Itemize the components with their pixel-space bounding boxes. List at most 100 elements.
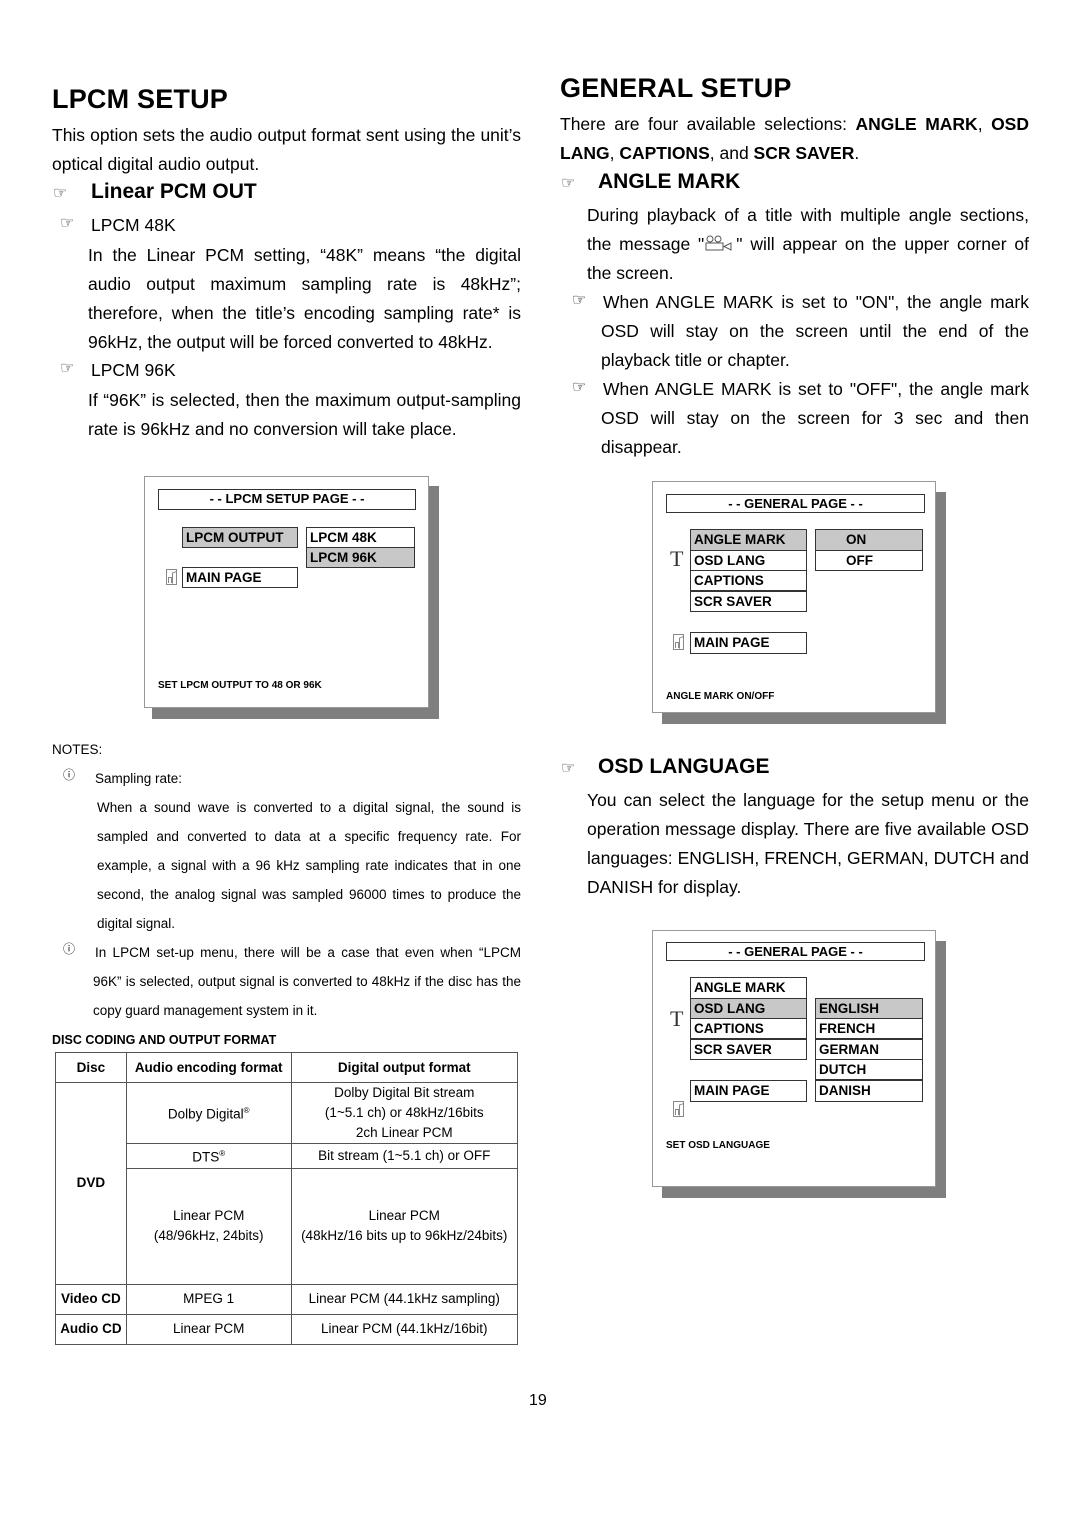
output-cell: Linear PCM (48kHz/16 bits up to 96kHz/24… [290,1167,518,1285]
pointing-hand-icon: ☞ [60,215,75,232]
info-icon: ⓘ [63,942,76,956]
table-row: DVD Dolby Digital® Dolby Digital Bit str… [55,1082,518,1285]
osd-choice-lpcm-96k[interactable]: LPCM 96K [306,547,415,568]
osd-status-text: SET LPCM OUTPUT TO 48 OR 96K [158,680,322,691]
output-cell: Bit stream (1~5.1 ch) or OFF [290,1143,518,1169]
header-disc: Disc [55,1052,127,1083]
note-2-text: In LPCM set-up menu, there will be a cas… [93,945,521,1018]
pointing-hand-icon: ☞ [561,175,576,192]
text-icon: T [670,546,684,571]
osd-choice-off[interactable]: OFF [815,550,923,571]
table-row: Audio CD Linear PCM Linear PCM (44.1kHz/… [55,1313,518,1345]
osd-choice-lpcm-48k[interactable]: LPCM 48K [306,527,415,548]
option-label: LPCM 96K [91,360,176,380]
notes-heading: NOTES: [52,742,103,757]
selection-name: ANGLE MARK [855,114,978,134]
info-icon: ⓘ [63,768,76,782]
encoding-text: Dolby Digital [167,1106,244,1122]
output-cell: Dolby Digital Bit stream (1~5.1 ch) or 4… [290,1082,518,1144]
selection-name: SCR SAVER [753,143,855,163]
osd-menu-lpcm-output[interactable]: LPCM OUTPUT [182,527,298,548]
page-number: 19 [529,1392,547,1409]
osd-menu-angle-mark[interactable]: ANGLE MARK [690,529,807,551]
encoding-cell: MPEG 1 [125,1283,292,1315]
header-encoding: Audio encoding format [125,1052,292,1083]
osd-status-text: ANGLE MARK ON/OFF [666,691,775,702]
osd-choice-danish[interactable]: DANISH [815,1080,923,1102]
encoding-line: Linear PCM [173,1208,245,1223]
encoding-line: (48/96kHz, 24bits) [153,1228,264,1243]
output-line: Linear PCM [368,1208,440,1223]
output-line: Dolby Digital Bit stream [334,1085,475,1100]
encoding-cell: Dolby Digital® [125,1082,292,1144]
pointing-hand-icon: ☞ [572,292,587,309]
output-cell: Linear PCM (44.1kHz/16bit) [290,1313,518,1345]
osd-menu-osd-lang[interactable]: OSD LANG [690,550,807,571]
osd-choice-on[interactable]: ON [815,529,923,551]
osd-main-page[interactable]: MAIN PAGE [690,1080,807,1102]
pointing-hand-icon: ☞ [572,379,587,396]
note-1-title: Sampling rate: [95,771,183,786]
osd-menu-osd-lang[interactable]: OSD LANG [690,998,807,1019]
table-header-row: Disc Audio encoding format Digital outpu… [55,1052,518,1083]
lpcm-intro: This option sets the audio output format… [52,125,521,174]
output-line: (1~5.1 ch) or 48kHz/16bits [324,1105,484,1120]
lpcm-96k-desc: If “96K” is selected, then the maximum o… [88,390,521,439]
angle-off-desc: When ANGLE MARK is set to "OFF", the ang… [601,379,1029,457]
camera-angle-icon [704,231,736,251]
angle-on-desc: When ANGLE MARK is set to "ON", the angl… [601,292,1029,370]
pointing-hand-icon: ☞ [60,360,75,377]
disc-cell: Audio CD [55,1313,127,1345]
osd-main-page[interactable]: MAIN PAGE [182,567,298,588]
osd-choice-dutch[interactable]: DUTCH [815,1059,923,1080]
subheading-text: ANGLE MARK [598,170,741,193]
registered-mark: ® [219,1149,226,1158]
osd-menu-angle-mark[interactable]: ANGLE MARK [690,977,807,999]
encoding-cell: DTS® [125,1143,292,1169]
main-page-icon [166,569,177,585]
pointing-hand-icon: ☞ [53,185,68,202]
encoding-text: DTS [192,1149,220,1165]
main-page-icon [673,1101,684,1117]
main-page-icon [673,634,684,650]
osd-menu-scr-saver[interactable]: SCR SAVER [690,1039,807,1060]
note-1-text: When a sound wave is converted to a digi… [97,800,521,931]
selection-name: CAPTIONS [619,143,710,163]
osd-main-page[interactable]: MAIN PAGE [690,632,807,654]
subheading-text: Linear PCM OUT [91,180,257,203]
osd-language-desc: You can select the language for the setu… [587,790,1029,897]
osd-choice-english[interactable]: ENGLISH [815,998,923,1019]
table-row: Video CD MPEG 1 Linear PCM (44.1kHz samp… [55,1283,518,1315]
osd-title: - - GENERAL PAGE - - [666,494,925,513]
osd-choice-german[interactable]: GERMAN [815,1039,923,1060]
text-icon: T [670,1006,684,1031]
general-setup-title: GENERAL SETUP [560,73,792,103]
lpcm-48k-desc: In the Linear PCM setting, “48K” means “… [88,245,521,352]
intro-text: There are four available selections: [560,114,856,134]
disc-format-table: Disc Audio encoding format Digital outpu… [55,1052,518,1345]
osd-title: - - LPCM SETUP PAGE - - [158,489,416,510]
encoding-cell: Linear PCM (48/96kHz, 24bits) [125,1167,292,1285]
angle-mark-desc: During playback of a title with multiple… [587,201,1029,288]
osd-title: - - GENERAL PAGE - - [666,942,925,961]
registered-mark: ® [243,1106,250,1116]
pointing-hand-icon: ☞ [561,760,576,777]
output-line: (48kHz/16 bits up to 96kHz/24bits) [301,1228,508,1243]
osd-menu-scr-saver[interactable]: SCR SAVER [690,591,807,612]
output-cell: Linear PCM (44.1kHz sampling) [290,1283,518,1315]
option-label: LPCM 48K [91,215,176,235]
encoding-cell: Linear PCM [125,1313,292,1345]
disc-cell: Video CD [55,1283,127,1315]
general-intro: There are four available selections: ANG… [560,114,1029,163]
osd-panel [144,476,429,708]
osd-menu-captions[interactable]: CAPTIONS [690,570,807,591]
osd-menu-captions[interactable]: CAPTIONS [690,1018,807,1039]
table-caption: DISC CODING AND OUTPUT FORMAT [52,1033,277,1047]
lpcm-setup-title: LPCM SETUP [52,84,229,114]
header-output: Digital output format [290,1052,518,1083]
subheading-text: OSD LANGUAGE [598,755,770,778]
osd-choice-french[interactable]: FRENCH [815,1018,923,1039]
output-line: 2ch Linear PCM [355,1125,453,1140]
osd-status-text: SET OSD LANGUAGE [666,1140,770,1151]
disc-cell: DVD [55,1082,127,1285]
